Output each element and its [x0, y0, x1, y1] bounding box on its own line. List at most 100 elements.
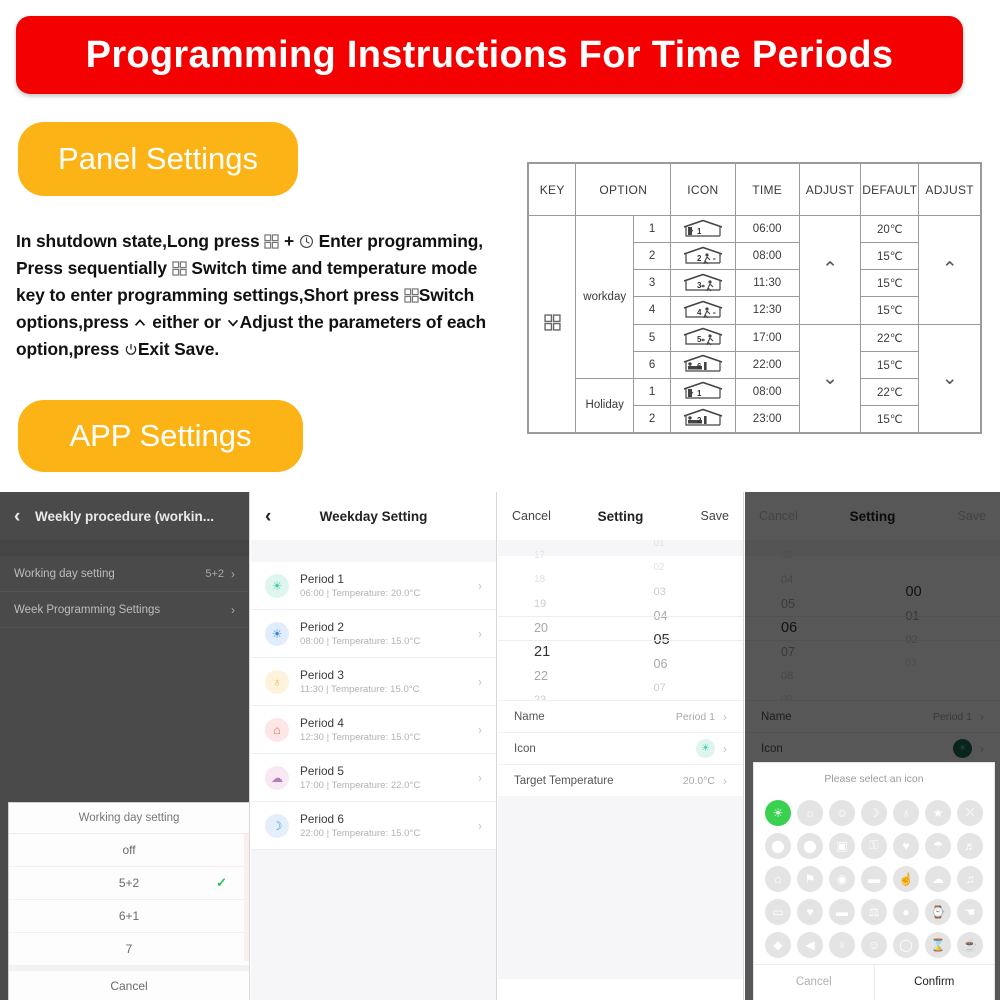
bed-icon[interactable]: ▬ — [829, 898, 855, 925]
cancel-button[interactable]: Cancel — [512, 509, 551, 523]
umbrella-icon[interactable]: ☂ — [925, 832, 951, 859]
flag-icon[interactable]: ⚑ — [797, 865, 823, 892]
sheet-option[interactable]: 5+2 ✓ — [9, 867, 249, 900]
picker-value[interactable]: 04 — [654, 604, 668, 628]
minute-column[interactable]: 0102030405060708 — [624, 540, 744, 700]
period-list-item[interactable]: ☀ Period 1 06:00 | Temperature: 20.0°C › — [251, 562, 496, 610]
adjust-down-right[interactable]: ⌄ — [918, 323, 981, 433]
chat-icon[interactable]: ◯ — [893, 931, 919, 958]
image-icon[interactable]: ▣ — [829, 832, 855, 859]
adjust-down-left[interactable]: ⌄ — [798, 323, 862, 433]
detail-row[interactable]: Name Period 1 › — [745, 700, 1000, 732]
picker-columns[interactable]: 17181920212223 0102030405060708 — [498, 540, 744, 700]
thumbs-up-icon[interactable]: ☝ — [893, 865, 919, 892]
picker-value[interactable]: 03 — [906, 652, 917, 676]
detail-row[interactable]: Icon ☀ › — [745, 732, 1000, 764]
cancel-button[interactable]: Cancel — [759, 509, 798, 523]
icon-cancel-button[interactable]: Cancel — [754, 964, 875, 1000]
sunrise-icon[interactable]: ☀ — [765, 799, 791, 826]
hour-column[interactable]: 17 18 19 20 21 22 23 — [498, 550, 624, 700]
picker-value[interactable]: 17 — [534, 544, 545, 568]
picker-value[interactable]: 06 — [654, 652, 668, 676]
picker-selected-value[interactable]: 05 — [654, 628, 670, 652]
detail-row[interactable]: Target Temperature 20.0°C › — [498, 764, 743, 796]
star-icon[interactable]: ★ — [925, 799, 951, 826]
selected-icon-preview[interactable]: ☀ — [953, 739, 972, 758]
back-icon[interactable]: ‹ — [265, 507, 271, 526]
lock-icon[interactable]: ⚿ — [861, 832, 887, 859]
eye-icon[interactable]: ◉ — [829, 865, 855, 892]
picker-selected-value[interactable]: 00 — [906, 580, 922, 604]
balloon-icon[interactable]: ⬤ — [797, 832, 823, 859]
adjust-up-right[interactable]: ⌃ — [918, 215, 981, 325]
speaker-icon[interactable]: ◀ — [797, 931, 823, 958]
picker-selected-value[interactable]: 21 — [534, 640, 550, 664]
hour-column[interactable]: 03 04 05 06 07 08 09 — [745, 550, 876, 700]
coffee-icon[interactable]: ☕ — [957, 931, 983, 958]
home-icon[interactable]: ⌂ — [765, 865, 791, 892]
smiley-icon[interactable]: ☺ — [829, 799, 855, 826]
icon-confirm-button[interactable]: Confirm — [875, 965, 995, 1000]
watch-icon[interactable]: ⌚ — [925, 898, 951, 925]
picker-value[interactable]: 02 — [906, 628, 918, 652]
minute-column[interactable]: 00 01 02 03 — [876, 556, 1000, 700]
period-list-item[interactable]: ☽ Period 6 22:00 | Temperature: 15.0°C › — [251, 802, 496, 850]
picker-value[interactable]: 07 — [654, 676, 666, 700]
save-button[interactable]: Save — [701, 509, 730, 523]
music-note-icon[interactable]: ♫ — [957, 865, 983, 892]
sun-icon[interactable]: ☼ — [797, 799, 823, 826]
phone4-time-picker[interactable]: 03 04 05 06 07 08 09 00 01 02 03 — [745, 540, 1000, 700]
water-drop-icon[interactable]: ● — [893, 898, 919, 925]
selected-icon-preview[interactable]: ☀ — [696, 739, 715, 758]
picker-value[interactable]: 20 — [534, 616, 548, 640]
picker-value[interactable]: 23 — [534, 688, 546, 700]
hand-icon[interactable]: ☚ — [957, 898, 983, 925]
period-list-item[interactable]: ♁ Period 3 11:30 | Temperature: 15.0°C › — [251, 658, 496, 706]
book-icon[interactable]: ▭ — [765, 898, 791, 925]
icon-grid[interactable]: ☀ ☼ ☺ ☽ ♁ ★ ⛌ ⬤ ⬤ ▣ ⚿ ♥ ☂ ♬ ⌂ ⚑ ◉ ▬ ☝ ☁ ♫ ▭ ♥ ▬ ⚖ ● ⌚ ☚ ◆ ◀ ♀ ☺ ◯ ⌛ ☕ — [754, 796, 994, 964]
alarm-icon[interactable]: ⌛ — [925, 931, 951, 958]
detail-row[interactable]: Name Period 1 › — [498, 700, 743, 732]
picker-selected-value[interactable]: 06 — [781, 616, 797, 640]
moon-icon[interactable]: ☽ — [861, 799, 887, 826]
picker-value[interactable]: 09 — [781, 688, 792, 700]
bell-icon[interactable]: ⬤ — [765, 832, 791, 859]
headphones-icon[interactable]: ♬ — [957, 832, 983, 859]
microphone-icon[interactable]: ♀ — [829, 931, 855, 958]
period-list-item[interactable]: ☁ Period 5 17:00 | Temperature: 22.0°C › — [251, 754, 496, 802]
adjust-up-left[interactable]: ⌃ — [798, 215, 862, 325]
picker-value[interactable]: 22 — [534, 664, 548, 688]
picker-value[interactable]: 01 — [654, 540, 665, 556]
picker-value[interactable]: 03 — [781, 544, 792, 568]
tag-icon[interactable]: ◆ — [765, 931, 791, 958]
cloud-sun-icon[interactable]: ☁ — [925, 865, 951, 892]
person-icon[interactable]: ♁ — [893, 799, 919, 826]
briefcase-icon[interactable]: ▬ — [861, 865, 887, 892]
picker-value[interactable]: 18 — [534, 568, 545, 592]
heart-icon[interactable]: ♥ — [893, 832, 919, 859]
sheet-option[interactable]: 7 — [9, 933, 249, 966]
sheet-option[interactable]: off — [9, 834, 249, 867]
picker-value[interactable]: 08 — [781, 664, 793, 688]
back-icon[interactable]: ‹ — [14, 507, 20, 526]
picker-value[interactable]: 01 — [906, 604, 920, 628]
period-list-item[interactable]: ☀ Period 2 08:00 | Temperature: 15.0°C › — [251, 610, 496, 658]
avatar-icon[interactable]: ☺ — [861, 931, 887, 958]
thermometer-icon[interactable]: ⚖ — [861, 898, 887, 925]
settings-row[interactable]: Working day setting 5+2 › — [0, 556, 249, 592]
detail-row[interactable]: Icon ☀ › — [498, 732, 743, 764]
heart2-icon[interactable]: ♥ — [797, 898, 823, 925]
sheet-cancel-button[interactable]: Cancel — [9, 966, 249, 1000]
sheet-option[interactable]: 6+1 — [9, 900, 249, 933]
picker-value[interactable]: 05 — [781, 592, 795, 616]
car-icon[interactable]: ⛌ — [957, 799, 983, 826]
save-button[interactable]: Save — [958, 509, 987, 523]
picker-value[interactable]: 04 — [781, 568, 793, 592]
picker-value[interactable]: 02 — [654, 556, 665, 580]
picker-value[interactable]: 19 — [534, 592, 546, 616]
picker-value[interactable]: 07 — [781, 640, 795, 664]
picker-value[interactable]: 03 — [654, 580, 666, 604]
picker-columns[interactable]: 03 04 05 06 07 08 09 00 01 02 03 — [745, 550, 1000, 700]
phone3-time-picker[interactable]: 17181920212223 0102030405060708 — [498, 540, 743, 700]
period-list-item[interactable]: ⌂ Period 4 12:30 | Temperature: 15.0°C › — [251, 706, 496, 754]
